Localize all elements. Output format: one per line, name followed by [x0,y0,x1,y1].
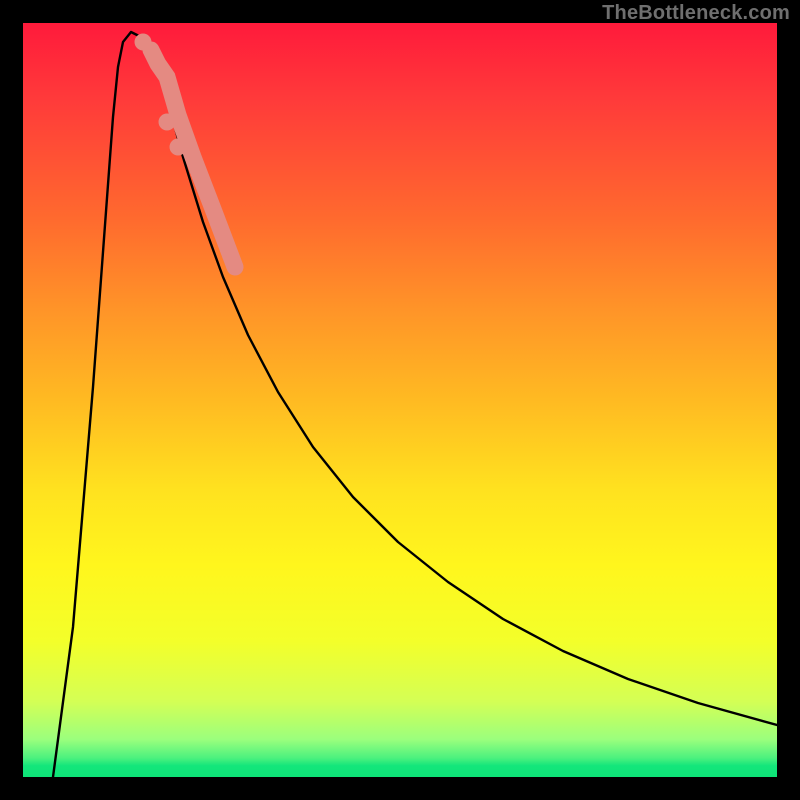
highlight-dot [170,139,187,156]
watermark-text: TheBottleneck.com [602,2,790,25]
chart-frame: TheBottleneck.com [0,0,800,800]
plot-area [23,23,777,777]
highlight-dot [135,34,152,51]
highlight-dot [159,114,176,131]
highlight-band [151,50,235,267]
chart-svg [23,23,777,777]
curve-path [53,32,777,777]
